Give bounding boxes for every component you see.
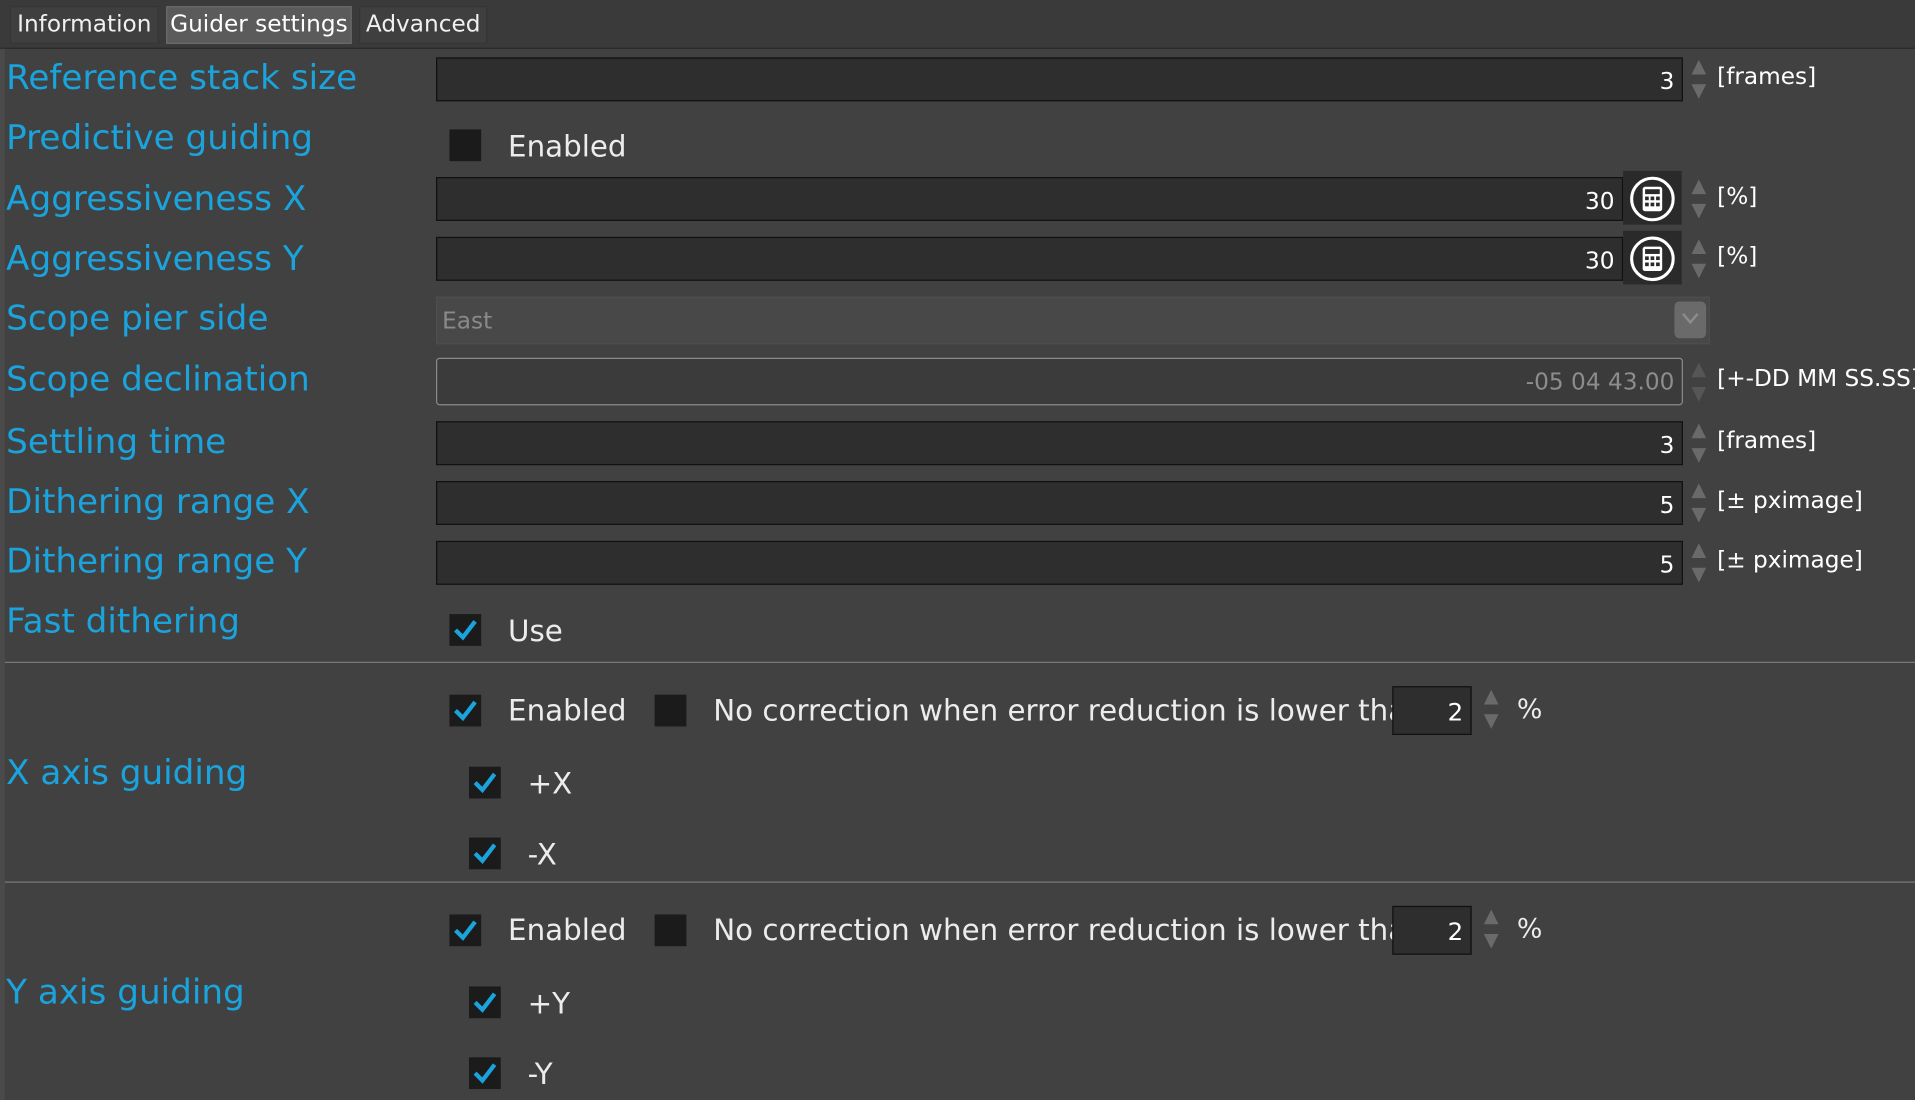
- aggressiveness-x-unit: [%]: [1717, 183, 1758, 210]
- predictive-guiding-checkbox[interactable]: [449, 129, 482, 162]
- y-axis-no-correction-checkbox[interactable]: [654, 914, 687, 947]
- settling-time-unit: [frames]: [1717, 427, 1817, 455]
- left-edge: [0, 48, 5, 1100]
- calculator-icon[interactable]: [1623, 170, 1682, 225]
- x-axis-guiding-label: X axis guiding: [6, 752, 248, 793]
- plus-y-checkbox[interactable]: [468, 986, 501, 1019]
- plus-x-checkbox[interactable]: [468, 766, 501, 799]
- divider: [4, 881, 1915, 883]
- aggressiveness-y-label: Aggressiveness Y: [6, 238, 304, 279]
- settling-time-value: 3: [1659, 432, 1675, 460]
- checkmark-icon: [454, 920, 477, 941]
- reference-stack-size-input[interactable]: 3: [436, 57, 1683, 102]
- fast-dithering-use-text: Use: [508, 614, 563, 649]
- reference-stack-size-spinner[interactable]: [1688, 55, 1710, 104]
- y-axis-threshold-value: 2: [1447, 916, 1464, 947]
- scope-declination-unit: [+-DD MM SS.SS]: [1717, 365, 1915, 392]
- tab-advanced[interactable]: Advanced: [359, 6, 488, 44]
- scope-pier-side-dropdown[interactable]: East: [436, 296, 1710, 345]
- tab-information[interactable]: Information: [9, 6, 159, 44]
- reference-stack-size-unit: [frames]: [1717, 63, 1817, 91]
- scope-declination-input[interactable]: -05 04 43.00: [436, 357, 1683, 406]
- divider: [4, 661, 1915, 663]
- settling-time-spinner[interactable]: [1688, 419, 1710, 468]
- dithering-range-x-unit: [± pximage]: [1717, 487, 1863, 514]
- aggressiveness-y-unit: [%]: [1717, 242, 1758, 270]
- plus-y-text: +Y: [527, 986, 571, 1021]
- y-axis-threshold-input[interactable]: 2: [1392, 905, 1472, 955]
- y-axis-threshold-unit: %: [1516, 914, 1543, 945]
- checkmark-icon: [454, 620, 477, 641]
- x-axis-no-correction-text: No correction when error reduction is lo…: [713, 693, 1425, 728]
- x-axis-threshold-input[interactable]: 2: [1392, 686, 1472, 735]
- checkmark-icon: [473, 772, 497, 794]
- y-axis-no-correction-text: No correction when error reduction is lo…: [713, 913, 1425, 948]
- aggressiveness-x-input[interactable]: 30: [436, 177, 1624, 221]
- dithering-range-x-label: Dithering range X: [6, 481, 310, 522]
- x-axis-threshold-spinner[interactable]: [1480, 685, 1502, 734]
- x-axis-threshold-unit: %: [1516, 694, 1543, 726]
- checkmark-icon: [473, 1063, 497, 1084]
- dithering-range-y-value: 5: [1659, 551, 1675, 579]
- minus-y-text: -Y: [527, 1057, 553, 1092]
- x-axis-no-correction-checkbox[interactable]: [654, 694, 687, 727]
- aggressiveness-x-spinner[interactable]: [1688, 175, 1710, 224]
- tab-bar: Information Guider settings Advanced: [0, 0, 1915, 49]
- dithering-range-y-input[interactable]: 5: [436, 540, 1683, 585]
- dithering-range-y-spinner[interactable]: [1688, 538, 1710, 587]
- checkmark-icon: [454, 700, 477, 722]
- scope-declination-label: Scope declination: [6, 358, 310, 400]
- checkmark-icon: [473, 992, 497, 1013]
- reference-stack-size-value: 3: [1659, 68, 1675, 96]
- aggressiveness-x-value: 30: [1585, 188, 1615, 215]
- aggressiveness-x-label: Aggressiveness X: [6, 178, 307, 219]
- x-axis-threshold-value: 2: [1447, 697, 1464, 727]
- scope-pier-side-value: East: [442, 307, 493, 335]
- y-axis-enabled-text: Enabled: [508, 913, 627, 948]
- checkmark-icon: [473, 843, 497, 864]
- predictive-guiding-enabled-text: Enabled: [508, 129, 627, 164]
- reference-stack-size-label: Reference stack size: [6, 57, 358, 98]
- minus-x-checkbox[interactable]: [468, 837, 501, 870]
- aggressiveness-y-spinner[interactable]: [1688, 234, 1710, 283]
- calculator-icon[interactable]: [1623, 230, 1682, 285]
- settling-time-input[interactable]: 3: [436, 421, 1683, 466]
- scope-declination-spinner[interactable]: [1688, 358, 1710, 407]
- aggressiveness-y-value: 30: [1585, 247, 1615, 275]
- scope-declination-value: -05 04 43.00: [1525, 368, 1675, 396]
- dithering-range-x-value: 5: [1659, 492, 1675, 519]
- dithering-range-x-spinner[interactable]: [1688, 479, 1710, 528]
- guider-settings-panel: Information Guider settings Advanced Ref…: [0, 0, 1915, 1100]
- x-axis-enabled-checkbox[interactable]: [449, 694, 482, 727]
- fast-dithering-label: Fast dithering: [6, 600, 240, 641]
- y-axis-threshold-spinner[interactable]: [1480, 905, 1502, 954]
- chevron-down-icon[interactable]: [1674, 301, 1707, 339]
- y-axis-guiding-label: Y axis guiding: [6, 971, 245, 1013]
- predictive-guiding-label: Predictive guiding: [6, 117, 314, 158]
- fast-dithering-checkbox[interactable]: [449, 614, 482, 646]
- minus-y-checkbox[interactable]: [468, 1057, 501, 1090]
- x-axis-enabled-text: Enabled: [508, 693, 627, 728]
- dithering-range-y-label: Dithering range Y: [6, 540, 308, 582]
- minus-x-text: -X: [527, 837, 557, 872]
- aggressiveness-y-input[interactable]: 30: [436, 236, 1624, 281]
- y-axis-enabled-checkbox[interactable]: [449, 914, 482, 947]
- plus-x-text: +X: [527, 766, 573, 801]
- scope-pier-side-label: Scope pier side: [6, 297, 269, 339]
- dithering-range-y-unit: [± pximage]: [1717, 546, 1863, 574]
- dithering-range-x-input[interactable]: 5: [436, 481, 1683, 525]
- tab-guider-settings[interactable]: Guider settings: [166, 6, 352, 44]
- settling-time-label: Settling time: [6, 421, 227, 462]
